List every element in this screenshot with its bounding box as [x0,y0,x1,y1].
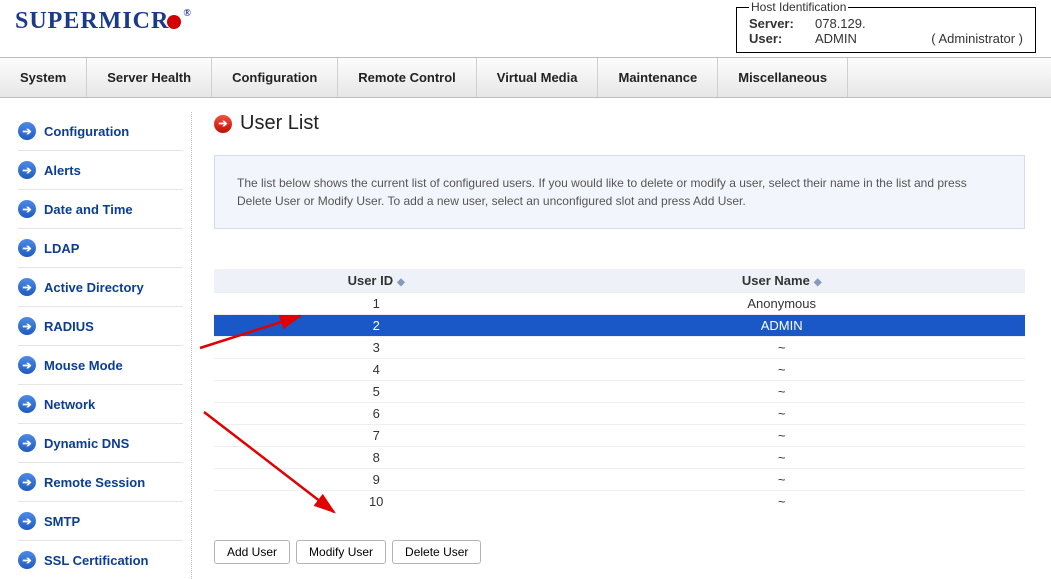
sidebar-item-label: Dynamic DNS [44,436,129,451]
page-title-row: ➔ User List [214,112,1025,135]
sidebar-item-label: Date and Time [44,202,133,217]
cell-user-id: 3 [214,337,538,359]
nav-configuration[interactable]: Configuration [212,58,338,97]
user-role: ( Administrator ) [931,31,1023,46]
user-table: User ID◆ User Name◆ 1Anonymous2ADMIN3~4~… [214,269,1025,512]
sidebar-item-date-time[interactable]: ➔ Date and Time [18,190,183,229]
sidebar-item-active-directory[interactable]: ➔ Active Directory [18,268,183,307]
cell-user-name: ~ [538,491,1025,513]
cell-user-name: Anonymous [538,293,1025,315]
table-row[interactable]: 10~ [214,491,1025,513]
cell-user-name: ~ [538,381,1025,403]
arrow-right-icon: ➔ [18,161,36,179]
arrow-right-icon: ➔ [18,395,36,413]
sidebar-item-label: Active Directory [44,280,144,295]
sort-icon: ◆ [814,277,822,288]
host-identification-box: Host Identification Server: 078.129. Use… [736,0,1036,53]
table-row[interactable]: 7~ [214,425,1025,447]
nav-virtual-media[interactable]: Virtual Media [477,58,599,97]
sidebar-item-label: Remote Session [44,475,145,490]
sidebar-item-label: Mouse Mode [44,358,123,373]
nav-maintenance[interactable]: Maintenance [598,58,718,97]
cell-user-name: ~ [538,403,1025,425]
sidebar-item-label: Alerts [44,163,81,178]
user-label: User: [749,31,805,46]
logo-text: SUPERMICR® [15,8,192,34]
logo: SUPERMICR® [15,0,192,35]
arrow-right-icon: ➔ [18,434,36,452]
sidebar: ➔ Configuration ➔ Alerts ➔ Date and Time ➔ L… [0,112,192,579]
cell-user-name: ~ [538,425,1025,447]
add-user-button[interactable]: Add User [214,540,290,564]
arrow-right-icon: ➔ [18,356,36,374]
arrow-right-icon: ➔ [18,239,36,257]
logo-dot-icon [167,15,181,29]
main-content: ➔ User List The list below shows the cur… [192,112,1051,579]
col-user-id[interactable]: User ID◆ [214,269,538,293]
info-box: The list below shows the current list of… [214,155,1025,229]
button-row: Add User Modify User Delete User [214,540,1025,564]
arrow-right-icon: ➔ [18,512,36,530]
sidebar-item-ldap[interactable]: ➔ LDAP [18,229,183,268]
cell-user-id: 9 [214,469,538,491]
cell-user-id: 1 [214,293,538,315]
sidebar-item-remote-session[interactable]: ➔ Remote Session [18,463,183,502]
sidebar-item-label: Configuration [44,124,129,139]
cell-user-id: 5 [214,381,538,403]
arrow-right-icon: ➔ [18,122,36,140]
modify-user-button[interactable]: Modify User [296,540,386,564]
nav-system[interactable]: System [0,58,87,97]
nav-server-health[interactable]: Server Health [87,58,212,97]
cell-user-name: ~ [538,469,1025,491]
host-id-legend: Host Identification [749,0,848,14]
sidebar-item-alerts[interactable]: ➔ Alerts [18,151,183,190]
arrow-right-icon: ➔ [18,200,36,218]
table-row[interactable]: 9~ [214,469,1025,491]
nav-miscellaneous[interactable]: Miscellaneous [718,58,848,97]
delete-user-button[interactable]: Delete User [392,540,481,564]
table-row[interactable]: 3~ [214,337,1025,359]
server-value: 078.129. [815,16,890,31]
sidebar-item-label: Network [44,397,95,412]
cell-user-id: 8 [214,447,538,469]
cell-user-name: ~ [538,337,1025,359]
sidebar-item-label: SSL Certification [44,553,149,568]
arrow-right-icon: ➔ [18,473,36,491]
cell-user-name: ADMIN [538,315,1025,337]
arrow-right-icon: ➔ [18,278,36,296]
server-label: Server: [749,16,805,31]
nav-remote-control[interactable]: Remote Control [338,58,477,97]
main-nav: System Server Health Configuration Remot… [0,57,1051,98]
col-user-name[interactable]: User Name◆ [538,269,1025,293]
arrow-right-icon: ➔ [18,551,36,569]
cell-user-name: ~ [538,447,1025,469]
sidebar-item-ssl-certification[interactable]: ➔ SSL Certification [18,541,183,579]
sidebar-item-network[interactable]: ➔ Network [18,385,183,424]
cell-user-name: ~ [538,359,1025,381]
arrow-right-icon: ➔ [18,317,36,335]
sidebar-item-mouse-mode[interactable]: ➔ Mouse Mode [18,346,183,385]
cell-user-id: 4 [214,359,538,381]
sidebar-item-label: LDAP [44,241,79,256]
page-title: User List [240,112,319,135]
table-row[interactable]: 4~ [214,359,1025,381]
cell-user-id: 6 [214,403,538,425]
cell-user-id: 2 [214,315,538,337]
table-row[interactable]: 2ADMIN [214,315,1025,337]
cell-user-id: 7 [214,425,538,447]
table-row[interactable]: 8~ [214,447,1025,469]
table-row[interactable]: 1Anonymous [214,293,1025,315]
sidebar-item-label: SMTP [44,514,80,529]
table-row[interactable]: 5~ [214,381,1025,403]
arrow-right-icon: ➔ [214,115,232,133]
sidebar-item-configuration[interactable]: ➔ Configuration [18,112,183,151]
user-value: ADMIN [815,31,890,46]
sidebar-item-smtp[interactable]: ➔ SMTP [18,502,183,541]
sort-icon: ◆ [397,277,405,288]
table-row[interactable]: 6~ [214,403,1025,425]
sidebar-item-dynamic-dns[interactable]: ➔ Dynamic DNS [18,424,183,463]
sidebar-item-label: RADIUS [44,319,94,334]
cell-user-id: 10 [214,491,538,513]
sidebar-item-radius[interactable]: ➔ RADIUS [18,307,183,346]
